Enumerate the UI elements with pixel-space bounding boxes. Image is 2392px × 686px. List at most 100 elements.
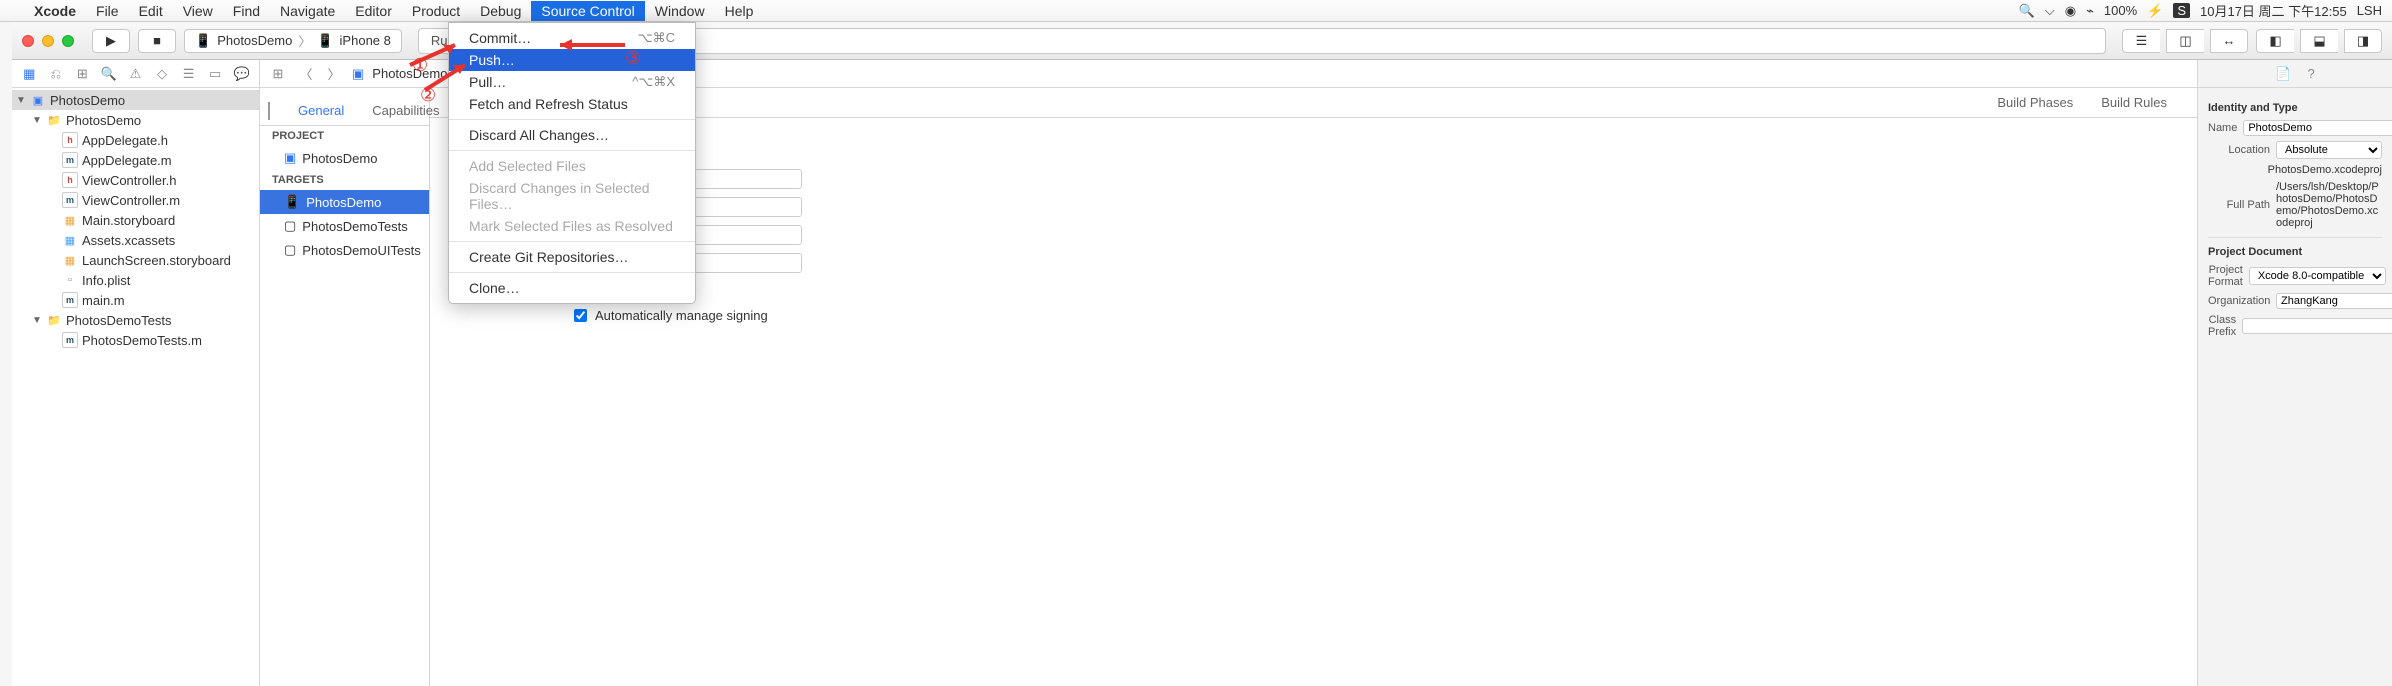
identity-section[interactable]: ▼Ident xyxy=(454,142,2173,157)
wifi-icon[interactable]: ⌵ xyxy=(2045,3,2055,19)
siri-icon[interactable]: ◉ xyxy=(2065,3,2076,19)
menu-window[interactable]: Window xyxy=(645,1,715,21)
input-source[interactable]: S xyxy=(2173,3,2190,18)
search-icon[interactable]: 🔍 xyxy=(2019,3,2035,19)
tree-item[interactable]: ▦LaunchScreen.storyboard xyxy=(12,250,259,270)
zoom-button[interactable] xyxy=(62,35,74,47)
disclosure-icon[interactable]: ▼ xyxy=(32,315,42,326)
chevron-right-icon: 〉 xyxy=(298,31,311,50)
format-select[interactable]: Xcode 8.0-compatible xyxy=(2249,267,2386,285)
target-item[interactable]: ▢ PhotosDemoTests xyxy=(260,214,429,238)
annotation-3: ③ xyxy=(625,48,641,69)
project-navigator-tab[interactable]: ▦ xyxy=(19,64,39,84)
auto-sign-checkbox[interactable] xyxy=(574,309,587,322)
file-icon: ▦ xyxy=(62,232,78,248)
menu-item[interactable]: Commit…⌥⌘C xyxy=(449,27,695,49)
tree-item[interactable]: mmain.m xyxy=(12,290,259,310)
target-item[interactable]: 📱 PhotosDemo xyxy=(260,190,429,214)
project-icon: ▣ xyxy=(284,150,296,166)
menu-item[interactable]: Discard All Changes… xyxy=(449,124,695,146)
inspector-tabs: 📄 ? xyxy=(2198,60,2392,88)
menu-source-control[interactable]: Source Control xyxy=(531,1,644,21)
menu-find[interactable]: Find xyxy=(223,1,270,21)
prefix-field[interactable] xyxy=(2242,318,2392,334)
tree-item[interactable]: hAppDelegate.h xyxy=(12,130,259,150)
tree-item[interactable]: ▫Info.plist xyxy=(12,270,259,290)
breakpoint-navigator-tab[interactable]: ▭ xyxy=(205,64,225,84)
org-field[interactable] xyxy=(2276,293,2392,309)
identity-type-heading: Identity and Type xyxy=(2208,102,2382,114)
find-navigator-tab[interactable]: 🔍 xyxy=(99,64,119,84)
file-icon: ▦ xyxy=(62,252,78,268)
jump-bar-path[interactable]: PhotosDemo xyxy=(372,66,447,81)
user-name[interactable]: LSH xyxy=(2357,3,2382,18)
bluetooth-icon[interactable]: ⌁ xyxy=(2086,3,2094,19)
toggle-navigator-button[interactable]: ◧ xyxy=(2256,29,2294,53)
menu-item[interactable]: Fetch and Refresh Status xyxy=(449,93,695,115)
file-icon: m xyxy=(62,192,78,208)
tree-item[interactable]: mPhotosDemoTests.m xyxy=(12,330,259,350)
standard-editor-button[interactable]: ☰ xyxy=(2122,29,2160,53)
location-select[interactable]: Absolute xyxy=(2276,141,2382,159)
issue-navigator-tab[interactable]: ⚠ xyxy=(125,64,145,84)
tab-build-rules[interactable]: Build Rules xyxy=(2101,95,2167,110)
name-field[interactable] xyxy=(2243,120,2392,136)
tree-item-label: ViewController.m xyxy=(82,193,180,208)
assistant-editor-button[interactable]: ◫ xyxy=(2166,29,2204,53)
menu-item[interactable]: Pull…^⌥⌘X xyxy=(449,71,695,93)
help-inspector-tab[interactable]: ? xyxy=(2307,66,2314,81)
tree-item[interactable]: ▦Main.storyboard xyxy=(12,210,259,230)
file-icon: m xyxy=(62,292,78,308)
tree-item[interactable]: m ViewController.m xyxy=(12,190,259,210)
menu-app[interactable]: Xcode xyxy=(24,1,86,21)
tree-item[interactable]: hViewController.h xyxy=(12,170,259,190)
signing-section[interactable]: ▼Signing xyxy=(454,281,2173,296)
close-button[interactable] xyxy=(22,35,34,47)
toggle-debug-area-button[interactable]: ⬓ xyxy=(2300,29,2338,53)
debug-navigator-tab[interactable]: ☰ xyxy=(179,64,199,84)
menu-help[interactable]: Help xyxy=(715,1,764,21)
target-item[interactable]: ▢ PhotosDemoUITests xyxy=(260,238,429,262)
battery-icon[interactable]: ⚡ xyxy=(2147,3,2163,19)
forward-button[interactable]: 〉 xyxy=(324,64,344,84)
menu-view[interactable]: View xyxy=(173,1,223,21)
stop-button[interactable]: ■ xyxy=(138,29,176,53)
file-inspector-tab[interactable]: 📄 xyxy=(2275,66,2291,82)
menu-item[interactable]: Push… xyxy=(449,49,695,71)
tree-item[interactable]: ▼📁PhotosDemo xyxy=(12,110,259,130)
version-editor-button[interactable]: ↔ xyxy=(2210,29,2248,53)
project-item[interactable]: ▣ PhotosDemo xyxy=(260,146,429,170)
menu-separator xyxy=(449,150,695,151)
toggle-inspector-button[interactable]: ◨ xyxy=(2344,29,2382,53)
related-items-icon[interactable]: ⊞ xyxy=(268,64,288,84)
menu-editor[interactable]: Editor xyxy=(345,1,402,21)
menu-product[interactable]: Product xyxy=(402,1,470,21)
test-navigator-tab[interactable]: ◇ xyxy=(152,64,172,84)
tree-item[interactable]: ▼📁PhotosDemoTests xyxy=(12,310,259,330)
layout-toggle-icon[interactable] xyxy=(268,102,270,120)
menu-item: Add Selected Files xyxy=(449,155,695,177)
disclosure-icon[interactable]: ▼ xyxy=(16,95,26,106)
menu-separator xyxy=(449,272,695,273)
traffic-lights xyxy=(22,35,74,47)
tree-project-root[interactable]: ▼ ▣ PhotosDemo xyxy=(12,90,259,110)
menu-edit[interactable]: Edit xyxy=(129,1,173,21)
minimize-button[interactable] xyxy=(42,35,54,47)
disclosure-icon[interactable]: ▼ xyxy=(32,115,42,126)
scheme-selector[interactable]: 📱 PhotosDemo 〉 📱 iPhone 8 xyxy=(184,29,402,53)
tree-item[interactable]: ▦Assets.xcassets xyxy=(12,230,259,250)
menu-item[interactable]: Create Git Repositories… xyxy=(449,246,695,268)
back-button[interactable]: 〈 xyxy=(296,64,316,84)
symbol-navigator-tab[interactable]: ⊞ xyxy=(72,64,92,84)
menu-file[interactable]: File xyxy=(86,1,129,21)
datetime[interactable]: 10月17日 周二 下午12:55 xyxy=(2200,1,2347,20)
run-button[interactable]: ▶ xyxy=(92,29,130,53)
tab-build-phases[interactable]: Build Phases xyxy=(1997,95,2073,110)
menu-navigate[interactable]: Navigate xyxy=(270,1,345,21)
source-control-navigator-tab[interactable]: ⎌ xyxy=(46,64,66,84)
tab-general[interactable]: General xyxy=(298,103,344,118)
tree-item[interactable]: mAppDelegate.m xyxy=(12,150,259,170)
report-navigator-tab[interactable]: 💬 xyxy=(232,64,252,84)
menu-item[interactable]: Clone… xyxy=(449,277,695,299)
menu-debug[interactable]: Debug xyxy=(470,1,531,21)
